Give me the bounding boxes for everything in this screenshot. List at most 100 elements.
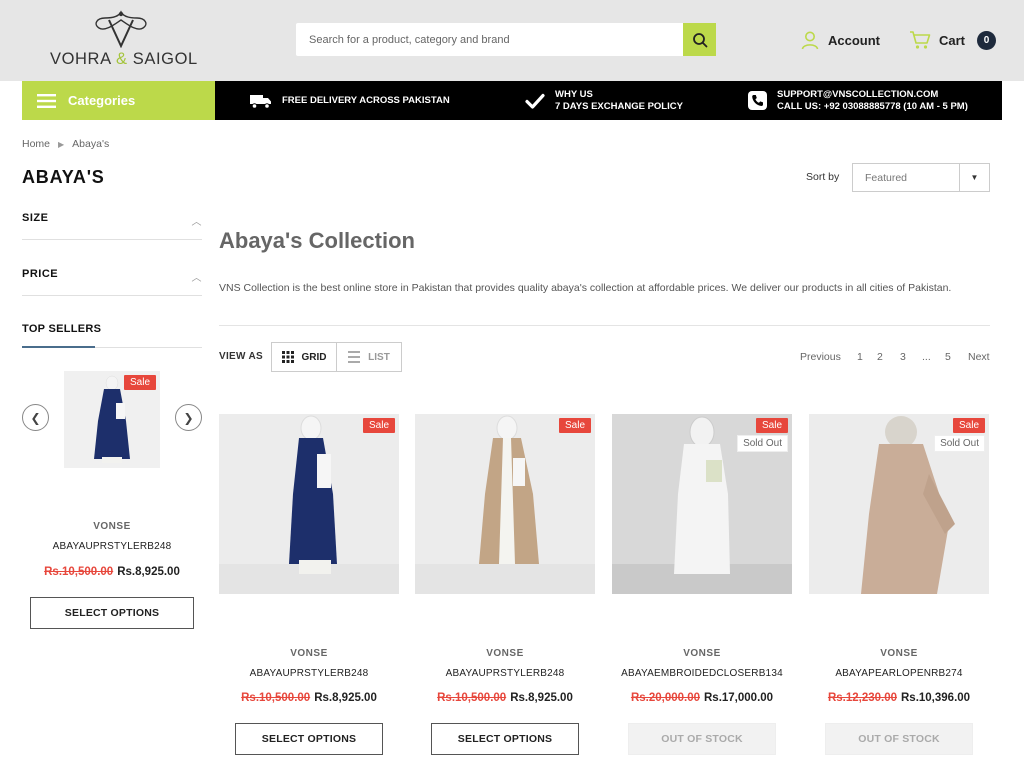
breadcrumb-home[interactable]: Home [22,138,50,150]
chevron-right-icon: ❯ [183,410,194,425]
product-price: Rs.10,500.00 Rs.8,925.00 [415,692,595,704]
product-brand: VONSE [486,648,524,659]
new-price: Rs.8,925.00 [117,566,180,578]
new-price: Rs.8,925.00 [314,692,377,704]
sale-badge: Sale [362,418,395,433]
sort-by-label: Sort by [806,171,840,183]
sold-out-badge: Sold Out [737,435,788,452]
pagination-previous[interactable]: Previous [800,351,841,363]
feature-why-us: WHY US 7 DAYS EXCHANGE POLICY [525,81,683,120]
phone-icon [748,91,767,110]
new-price: Rs.8,925.00 [510,692,573,704]
logo-mark-icon [95,10,147,48]
user-icon [801,31,819,50]
top-seller-brand: VONSE [93,521,131,532]
chevron-right-icon: ▶ [58,139,65,149]
site-header: VOHRA & SAIGOL Account Cart 0 [0,0,1024,81]
breadcrumb: Home ▶ Abaya's [22,138,109,150]
feature-why-text: 7 DAYS EXCHANGE POLICY [555,100,683,112]
filter-price-label: PRICE [22,268,59,280]
product-name[interactable]: ABAYAUPRSTYLERB248 [415,668,595,679]
pagination-page-2[interactable]: 2 [877,351,883,363]
old-price: Rs.10,500.00 [44,566,114,578]
abaya-beige-image [415,414,595,594]
pagination-page-1[interactable]: 1 [857,351,863,363]
support-email[interactable]: SUPPORT@VNSCOLLECTION.COM [777,89,968,101]
old-price: Rs.10,500.00 [241,692,311,704]
out-of-stock-button: OUT OF STOCK [825,723,973,755]
search-input[interactable] [296,23,683,56]
sale-badge: Sale [558,418,591,433]
nav-bar: Categories FREE DELIVERY ACROSS PAKISTAN… [22,81,1002,120]
chevron-left-icon: ❮ [30,410,41,425]
breadcrumb-current: Abaya's [72,138,110,150]
support-phone: CALL US: +92 03088885778 (10 AM - 5 PM) [777,100,968,112]
view-as-label: VIEW AS [219,351,263,362]
cart-label: Cart [939,32,966,48]
collection-description: VNS Collection is the best online store … [219,282,952,294]
slider-next-button[interactable]: ❯ [175,404,202,431]
filter-size-label: SIZE [22,212,49,224]
sort-select[interactable]: Featured ▼ [852,163,990,192]
logo-text: VOHRA & SAIGOL [50,50,198,68]
feature-delivery: FREE DELIVERY ACROSS PAKISTAN [250,81,450,120]
cart-count-badge: 0 [977,30,997,50]
feature-support: SUPPORT@VNSCOLLECTION.COM CALL US: +92 0… [748,81,968,120]
sale-badge: Sale [755,418,788,433]
grid-view-button[interactable]: GRID [272,343,337,371]
abaya-navy-image [219,414,399,594]
list-view-button[interactable]: LIST [337,343,401,371]
checkmark-icon [525,93,545,109]
cart-icon [910,31,931,49]
divider [219,325,990,326]
page-title: ABAYA'S [22,167,105,187]
chevron-up-icon: ︿ [191,273,202,284]
pagination-ellipsis: ... [922,351,931,363]
select-options-button[interactable]: SELECT OPTIONS [30,597,194,629]
categories-menu-button[interactable]: Categories [22,81,215,120]
top-seller-name[interactable]: ABAYAUPRSTYLERB248 [22,541,202,552]
product-image[interactable]: Sale Sold Out [612,414,792,594]
product-price: Rs.10,500.00 Rs.8,925.00 [219,692,399,704]
old-price: Rs.10,500.00 [437,692,507,704]
view-toggle: GRID LIST [271,342,402,372]
product-brand: VONSE [880,648,918,659]
old-price: Rs.20,000.00 [630,692,700,704]
filter-size[interactable]: SIZE ︿ [22,212,202,240]
pagination-page-5[interactable]: 5 [945,351,951,363]
product-image[interactable]: Sale Sold Out [809,414,989,594]
new-price: Rs.10,396.00 [901,692,971,704]
pagination-page-3[interactable]: 3 [900,351,906,363]
old-price: Rs.12,230.00 [827,692,897,704]
cart-link[interactable]: Cart 0 [909,28,997,52]
product-brand: VONSE [683,648,721,659]
sale-badge: Sale [952,418,985,433]
hamburger-icon [37,93,56,108]
out-of-stock-button: OUT OF STOCK [628,723,776,755]
filter-price[interactable]: PRICE ︿ [22,268,202,296]
sort-value: Featured [865,172,908,184]
product-price: Rs.12,230.00 Rs.10,396.00 [809,692,989,704]
top-sellers-title: TOP SELLERS [22,323,102,335]
product-image[interactable]: Sale [219,414,399,594]
truck-icon [250,94,271,109]
chevron-up-icon: ︿ [191,217,202,228]
select-options-button[interactable]: SELECT OPTIONS [235,723,383,755]
product-name[interactable]: ABAYAPEARLOPENRB274 [809,668,989,679]
slider-prev-button[interactable]: ❮ [22,404,49,431]
select-options-button[interactable]: SELECT OPTIONS [431,723,579,755]
categories-label: Categories [68,93,136,108]
pagination-next[interactable]: Next [968,351,990,363]
account-link[interactable]: Account [800,29,880,51]
search-button[interactable] [683,23,716,56]
product-price: Rs.20,000.00 Rs.17,000.00 [612,692,792,704]
product-name[interactable]: ABAYAUPRSTYLERB248 [219,668,399,679]
caret-down-icon: ▼ [959,164,989,191]
product-image[interactable]: Sale [415,414,595,594]
product-name[interactable]: ABAYAEMBROIDEDCLOSERB134 [612,668,792,679]
top-seller-product-image[interactable]: Sale [64,371,160,468]
brand-logo[interactable]: VOHRA & SAIGOL [50,8,198,74]
search-icon [692,32,707,47]
sale-badge: Sale [123,375,156,390]
top-sellers-heading: TOP SELLERS [22,323,202,348]
